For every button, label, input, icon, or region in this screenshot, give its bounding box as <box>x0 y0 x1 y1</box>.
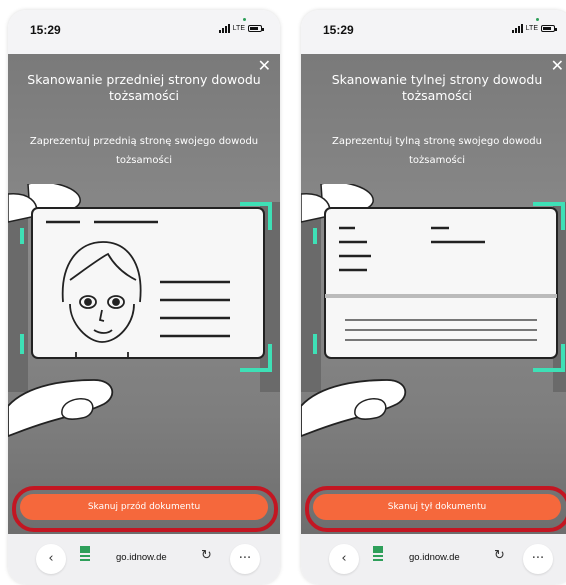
reload-icon[interactable]: ↻ <box>494 548 505 563</box>
phone-screen-front: 15:29 LTE ✕ Skanowanie przedniej strony … <box>8 10 280 584</box>
status-time: 15:29 <box>323 23 354 37</box>
privacy-indicator-dot <box>243 18 246 21</box>
scan-back-button[interactable]: Skanuj tył dokumentu <box>313 494 561 520</box>
chevron-left-icon[interactable]: ‹ <box>329 544 359 574</box>
status-bar: 15:29 LTE <box>8 10 280 54</box>
network-label: LTE <box>232 25 245 32</box>
browser-bar: ‹ go.idnow.de ↻ ··· <box>301 534 566 584</box>
network-label: LTE <box>525 25 538 32</box>
status-time: 15:29 <box>30 23 61 37</box>
url-text[interactable]: go.idnow.de <box>409 552 460 563</box>
status-icons: LTE <box>511 24 557 33</box>
browser-bar: ‹ go.idnow.de ↻ ··· <box>8 534 280 584</box>
scan-front-button[interactable]: Skanuj przód dokumentu <box>20 494 268 520</box>
privacy-indicator-dot <box>536 18 539 21</box>
site-icon <box>80 546 90 561</box>
phone-screen-back: 15:29 LTE ✕ Skanowanie tylnej strony dow… <box>301 10 566 584</box>
reload-icon[interactable]: ↻ <box>201 548 212 563</box>
site-icon <box>373 546 383 561</box>
page-title: Skanowanie tylnej strony dowodu tożsamoś… <box>331 72 543 103</box>
chevron-left-icon[interactable]: ‹ <box>36 544 66 574</box>
status-bar: 15:29 LTE <box>301 10 566 54</box>
instruction-text: Zaprezentuj tylną stronę swojego dowodu … <box>332 136 542 166</box>
id-card-back-illustration <box>301 184 566 437</box>
id-card-front-illustration <box>8 184 280 437</box>
instruction-text: Zaprezentuj przednią stronę swojego dowo… <box>29 136 259 166</box>
page-title: Skanowanie przedniej strony dowodu tożsa… <box>27 72 261 103</box>
more-icon[interactable]: ··· <box>230 544 260 574</box>
more-icon[interactable]: ··· <box>523 544 553 574</box>
battery-icon <box>541 25 557 32</box>
signal-icon <box>511 24 523 33</box>
camera-view: ✕ Skanowanie tylnej strony dowodu tożsam… <box>301 54 566 534</box>
status-icons: LTE <box>218 24 264 33</box>
url-text[interactable]: go.idnow.de <box>116 552 167 563</box>
camera-view: ✕ Skanowanie przedniej strony dowodu toż… <box>8 54 280 534</box>
battery-icon <box>248 25 264 32</box>
signal-icon <box>218 24 230 33</box>
